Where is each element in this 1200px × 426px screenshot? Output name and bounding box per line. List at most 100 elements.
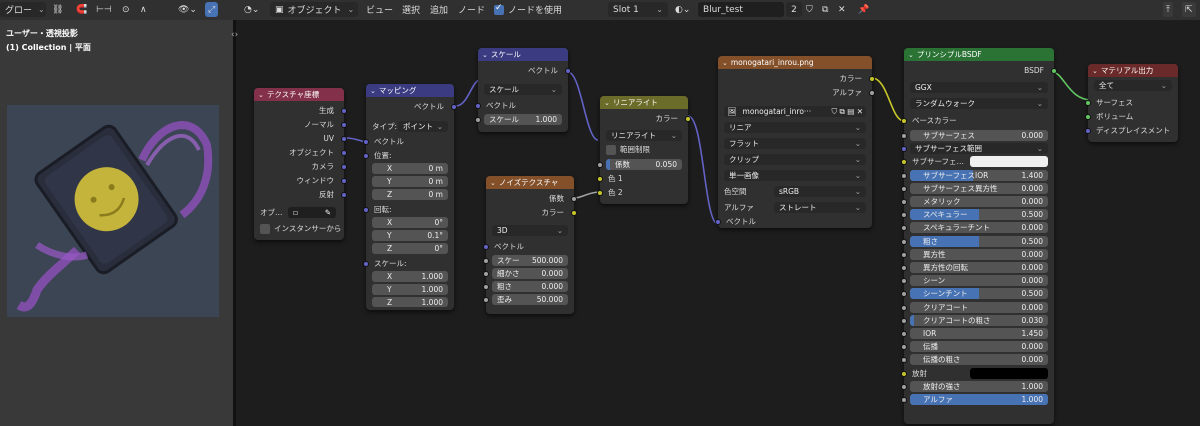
socket[interactable] (1085, 100, 1091, 106)
menu-select[interactable]: 選択 (402, 2, 420, 17)
socket[interactable] (901, 383, 907, 390)
socket[interactable] (715, 219, 721, 225)
mix-linear-light-node[interactable]: リニアライト カラー リニアライト 範囲制限 係数0.050 色 1 色 2 (597, 96, 691, 204)
socket[interactable] (901, 357, 907, 364)
unlink-material-close-icon[interactable]: ✕ (838, 2, 846, 17)
node-header[interactable]: monogatari_inrou.png (718, 56, 872, 69)
fac-slider[interactable]: 係数 0.050 (606, 159, 682, 170)
node-header[interactable]: プリンシプルBSDF (904, 48, 1054, 61)
socket[interactable] (363, 153, 369, 159)
image-actions-icons[interactable]: ⛉ ⧉ ▤ ✕ (831, 107, 863, 117)
snap-target-icon[interactable]: ⊢⊣ (96, 2, 112, 17)
gizmo-toggle-icon[interactable]: ⤢ (205, 2, 219, 17)
socket[interactable] (483, 271, 489, 277)
socket[interactable] (901, 118, 907, 124)
proportional-edit-icon[interactable]: ⊙ (122, 2, 130, 17)
socket[interactable] (363, 139, 369, 145)
bsdf-field-5[interactable]: メタリック 0.000 (910, 196, 1048, 207)
subsurface-radius-dropdown[interactable]: サブサーフェス範囲 (910, 143, 1048, 155)
bsdf-field-10[interactable]: 異方性の回転 0.000 (910, 262, 1048, 273)
extension-dropdown[interactable]: クリップ (724, 154, 866, 165)
material-preview-icon[interactable]: ◐⌄ (675, 2, 690, 17)
node-header[interactable]: スケール (478, 48, 568, 61)
transform-orientation-dropdown[interactable]: グロー (0, 2, 46, 17)
clamp-checkbox[interactable]: 範囲制限 (606, 144, 650, 155)
socket[interactable] (597, 176, 603, 182)
socket[interactable] (341, 178, 347, 184)
projection-dropdown[interactable]: フラット (724, 138, 866, 149)
socket[interactable] (901, 344, 907, 351)
alpha-mode-dropdown[interactable]: ストレート (774, 202, 866, 213)
node-editor-canvas[interactable]: テクスチャ座標 生成 ノーマル UV オブジェクト カメラ ウィンドウ 反射 オ… (231, 20, 1200, 426)
menu-node[interactable]: ノード (458, 2, 485, 17)
socket[interactable] (869, 90, 875, 96)
vector-scale-node[interactable]: スケール ベクトル スケール ベクトル スケール1.000 (475, 48, 571, 132)
image-selector[interactable]: 🖼 monogatari_inro··· ⛉ ⧉ ▤ ✕ (724, 106, 866, 117)
distribution-dropdown[interactable]: GGX (910, 82, 1048, 93)
noise-texture-node[interactable]: ノイズテクスチャ 係数 カラー 3D ベクトル スケー500.000 細かさ0.… (483, 176, 577, 314)
bsdf-field-19[interactable]: 放射の強さ 1.000 (910, 380, 1048, 392)
bsdf-field-13[interactable]: クリアコート 0.000 (910, 301, 1048, 313)
socket[interactable] (363, 261, 369, 267)
object-picker[interactable]: ▫ ✎ (288, 207, 336, 218)
socket[interactable] (901, 133, 907, 139)
scale-z-field[interactable]: Z 1.000 (372, 297, 448, 307)
node-header[interactable]: マテリアル出力 (1088, 64, 1178, 77)
menu-view[interactable]: ビュー (366, 2, 393, 17)
socket[interactable] (571, 210, 577, 216)
snap-icon[interactable]: 🧲 (76, 2, 87, 17)
bsdf-field-11[interactable]: シーン 0.000 (910, 275, 1048, 287)
source-dropdown[interactable]: 単一画像 (724, 170, 866, 181)
socket[interactable] (483, 258, 489, 264)
from-instancer-checkbox[interactable]: インスタンサーから (260, 223, 341, 234)
socket[interactable] (341, 164, 347, 170)
node-header[interactable]: ノイズテクスチャ (486, 176, 574, 189)
socket[interactable] (901, 225, 907, 232)
socket[interactable] (475, 117, 481, 123)
node-header[interactable]: テクスチャ座標 (254, 88, 344, 101)
shader-type-dropdown[interactable]: ▣ オブジェクト (270, 2, 358, 17)
socket[interactable] (901, 370, 907, 377)
subsurface-color-swatch[interactable] (970, 156, 1048, 168)
bsdf-field-20[interactable]: アルファ 1.000 (910, 394, 1048, 405)
scale-field[interactable]: スケール 1.000 (484, 114, 562, 125)
bsdf-field-3[interactable]: サブサーフェスIOR 1.400 (910, 169, 1048, 181)
noise-scale-field[interactable]: スケー 500.000 (492, 255, 568, 266)
rotation-y-field[interactable]: Y 0.1° (372, 230, 448, 241)
collapse-arrows-icon[interactable]: ‹› (231, 30, 238, 40)
target-dropdown[interactable]: 全て (1094, 80, 1172, 91)
material-users-count[interactable]: 2 (786, 2, 802, 17)
socket[interactable] (475, 103, 481, 109)
mapping-type-dropdown[interactable]: ポイント (398, 121, 448, 132)
bsdf-field-7[interactable]: スペキュラーチント 0.000 (910, 222, 1048, 234)
bsdf-field-4[interactable]: サブサーフェス異方性 0.000 (910, 182, 1048, 194)
socket[interactable] (901, 199, 907, 205)
pin-icon[interactable]: 📌 (858, 2, 869, 17)
socket[interactable] (571, 196, 577, 202)
mapping-node[interactable]: マッピング ベクトル タイプ: ポイント ベクトル 位置: X0 m Y0 m … (363, 84, 457, 310)
blend-mode-dropdown[interactable]: リニアライト (606, 130, 682, 141)
subsurface-method-dropdown[interactable]: ランダムウォーク (910, 98, 1048, 109)
noise-detail-field[interactable]: 細かさ 0.000 (492, 268, 568, 279)
socket[interactable] (901, 146, 907, 153)
socket[interactable] (901, 212, 907, 219)
use-nodes-checkbox[interactable]: ノードを使用 (494, 2, 562, 17)
socket[interactable] (901, 172, 907, 179)
socket[interactable] (901, 331, 907, 337)
socket[interactable] (901, 185, 907, 192)
image-texture-node[interactable]: monogatari_inrou.png カラー アルファ 🖼 monogata… (715, 56, 875, 228)
bsdf-field-6[interactable]: スペキュラー 0.500 (910, 209, 1048, 221)
scale-x-field[interactable]: X 1.000 (372, 271, 448, 282)
link-icon[interactable]: ⛓ (52, 2, 72, 17)
colorspace-dropdown[interactable]: sRGB (774, 186, 866, 197)
editor-type-icon[interactable]: ◔⌄ (244, 2, 259, 17)
socket[interactable] (341, 136, 347, 142)
socket[interactable] (341, 108, 347, 114)
bsdf-field-17[interactable]: 伝播の粗さ 0.000 (910, 354, 1048, 366)
texture-coordinate-node[interactable]: テクスチャ座標 生成 ノーマル UV オブジェクト カメラ ウィンドウ 反射 オ… (254, 88, 347, 240)
eyedropper-icon[interactable]: ✎ (325, 208, 331, 217)
duplicate-material-icon[interactable]: ⧉ (822, 2, 828, 17)
bsdf-field-8[interactable]: 粗さ 0.500 (910, 235, 1048, 247)
node-header[interactable]: リニアライト (600, 96, 688, 109)
principled-bsdf-node[interactable]: プリンシプルBSDF BSDF GGX ランダムウォーク ベースカラー サブサー… (901, 48, 1057, 424)
